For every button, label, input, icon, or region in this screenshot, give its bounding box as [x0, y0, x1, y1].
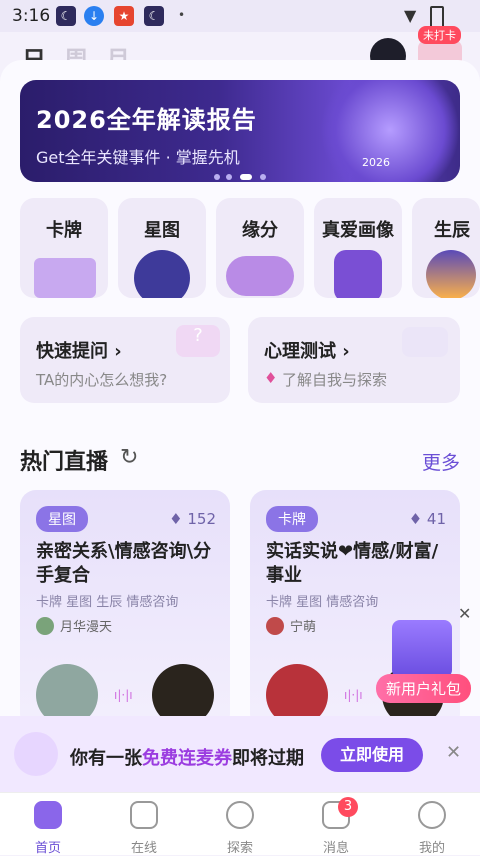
live-card[interactable]: 星图 ♦ 152 亲密关系\情感咨询\分手复合 卡牌 星图 生辰 情感咨询 月华…	[20, 490, 230, 730]
zodiac-wheel-icon	[134, 250, 190, 298]
tarot-cards-icon	[34, 258, 96, 298]
coupon-text: 你有一张免费连麦券即将过期	[70, 744, 304, 770]
live-host[interactable]: 宁萌	[266, 616, 316, 635]
section-title: 热门直播	[20, 450, 109, 475]
question-mark-icon: ?	[176, 325, 220, 357]
live-title: 亲密关系\情感咨询\分手复合	[36, 541, 212, 586]
live-category-badge: 星图	[36, 506, 88, 532]
nav-label: 首页	[34, 841, 61, 856]
heat-count: ♦ 41	[408, 510, 446, 528]
explore-icon	[226, 801, 254, 829]
host-name: 宁萌	[290, 620, 317, 635]
category-label: 星图	[144, 220, 180, 241]
quick-question-card[interactable]: 快速提问 › TA的内心怎么想我? ?	[20, 317, 230, 403]
category-birth[interactable]: 生辰	[412, 198, 480, 298]
category-label: 生辰	[434, 220, 470, 241]
wifi-icon: ▼	[404, 6, 417, 25]
live-tags: 卡牌 星图 生辰 情感咨询	[36, 595, 179, 610]
quick-question-subtitle: TA的内心怎么想我?	[36, 371, 168, 389]
annual-report-banner[interactable]: 2026全年解读报告 Get全年关键事件 · 掌握先机 2026	[20, 80, 460, 182]
category-label: 缘分	[242, 220, 278, 241]
app-notification-icon: ☾	[56, 6, 76, 26]
heat-count: ♦ 152	[169, 510, 216, 528]
quick-question-title: 快速提问 ›	[36, 341, 122, 362]
heat-value: 41	[426, 510, 446, 528]
host-avatar	[36, 616, 54, 635]
psych-test-subtitle: 了解自我与探索	[282, 371, 388, 389]
category-label: 卡牌	[46, 220, 82, 241]
checkin-badge: 未打卡	[418, 26, 461, 44]
psych-test-title: 心理测试 ›	[264, 341, 350, 362]
voice-wave-icon: ı|·|ı	[344, 688, 363, 702]
coupon-close-icon[interactable]: ✕	[446, 742, 461, 763]
psych-test-card[interactable]: 心理测试 › ♦ 了解自我与探索	[248, 317, 460, 403]
nav-messages[interactable]: 消息	[301, 793, 371, 856]
banner-title: 2026全年解读报告	[36, 106, 257, 134]
coupon-highlight: 免费连麦券	[142, 748, 232, 769]
nav-label: 我的	[418, 841, 445, 856]
nav-label: 探索	[226, 841, 253, 856]
sun-moon-icon	[426, 250, 476, 298]
carousel-dot	[260, 174, 266, 180]
refresh-icon[interactable]: ↻	[120, 445, 138, 470]
flame-icon: ♦	[264, 369, 278, 387]
more-link[interactable]: 更多	[422, 448, 460, 475]
new-user-gift-label[interactable]: 新用户礼包	[376, 674, 472, 703]
host-name: 月华漫天	[60, 620, 113, 635]
status-time: 3:16	[12, 6, 51, 26]
status-bar: 3:16 ☾ ↓ ★ ☾ • ▼	[0, 0, 480, 32]
banner-subtitle: Get全年关键事件 · 掌握先机	[36, 148, 240, 167]
portrait-icon	[334, 250, 382, 298]
heat-value: 152	[187, 510, 216, 528]
category-label: 真爱画像	[322, 220, 394, 241]
live-category-badge: 卡牌	[266, 506, 318, 532]
host-avatar	[266, 616, 284, 635]
nav-label: 在线	[130, 841, 157, 856]
battery-icon	[430, 6, 444, 28]
zodiac-hearts-icon	[226, 256, 294, 296]
carousel-dot	[214, 174, 220, 180]
goddess-art	[320, 80, 460, 182]
voice-wave-icon: ı|·|ı	[114, 688, 133, 702]
nav-label: 消息	[322, 841, 349, 856]
category-cards[interactable]: 卡牌	[20, 198, 108, 298]
download-icon: ↓	[84, 6, 104, 26]
use-now-button[interactable]: 立即使用	[321, 738, 423, 772]
carousel-dot	[226, 174, 232, 180]
category-fate[interactable]: 缘分	[216, 198, 304, 298]
coupon-suffix: 即将过期	[232, 748, 304, 769]
app-notification-icon: ★	[114, 6, 134, 26]
more-notifications-icon: •	[178, 8, 186, 22]
gift-close-icon[interactable]: ✕	[458, 604, 471, 623]
category-true-love-portrait[interactable]: 真爱画像	[314, 198, 402, 298]
profile-icon	[418, 801, 446, 829]
bottom-nav: 首页 在线 探索 消息 我的	[0, 792, 480, 856]
coupon-ticket-icon	[14, 732, 58, 776]
test-card-icon	[402, 327, 448, 357]
live-title: 实话实说❤情感/财富/事业	[266, 541, 439, 586]
message-count-badge: 3	[338, 797, 358, 817]
online-icon	[130, 801, 158, 829]
nav-explore[interactable]: 探索	[205, 793, 275, 856]
live-tags: 卡牌 星图 情感咨询	[266, 595, 379, 610]
nav-online[interactable]: 在线	[109, 793, 179, 856]
live-host[interactable]: 月华漫天	[36, 616, 112, 635]
nav-home[interactable]: 首页	[13, 793, 83, 856]
category-star-chart[interactable]: 星图	[118, 198, 206, 298]
nav-profile[interactable]: 我的	[397, 793, 467, 856]
app-notification-icon: ☾	[144, 6, 164, 26]
home-icon	[34, 801, 62, 829]
gift-box-shape	[392, 620, 452, 678]
banner-art-text: 2026	[362, 156, 390, 169]
coupon-prefix: 你有一张	[70, 748, 142, 769]
carousel-dot-active	[240, 174, 252, 180]
